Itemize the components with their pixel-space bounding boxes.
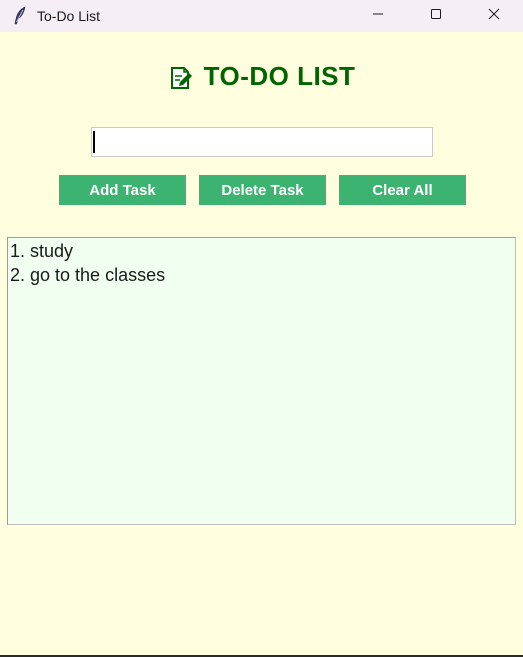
feather-icon — [12, 6, 28, 26]
title-bar[interactable]: To-Do List — [0, 0, 523, 32]
task-listbox[interactable]: 1. study 2. go to the classes — [7, 237, 516, 525]
minimize-button[interactable] — [355, 0, 401, 32]
text-caret — [93, 131, 95, 153]
app-window: To-Do List TO-DO LIST Add Task Delete Ta… — [0, 0, 523, 657]
clear-all-button[interactable]: Clear All — [339, 175, 466, 205]
task-input[interactable] — [91, 127, 433, 157]
maximize-button[interactable] — [413, 0, 459, 32]
header: TO-DO LIST — [0, 58, 523, 94]
minimize-icon — [372, 7, 384, 25]
add-task-button[interactable]: Add Task — [59, 175, 186, 205]
close-icon — [488, 7, 500, 25]
memo-edit-icon — [168, 65, 194, 91]
delete-task-button[interactable]: Delete Task — [199, 175, 326, 205]
list-item[interactable]: 2. go to the classes — [8, 263, 515, 287]
maximize-icon — [430, 7, 442, 25]
list-item[interactable]: 1. study — [8, 239, 515, 263]
window-title: To-Do List — [37, 8, 101, 24]
page-title: TO-DO LIST — [203, 60, 356, 91]
close-button[interactable] — [471, 0, 517, 32]
